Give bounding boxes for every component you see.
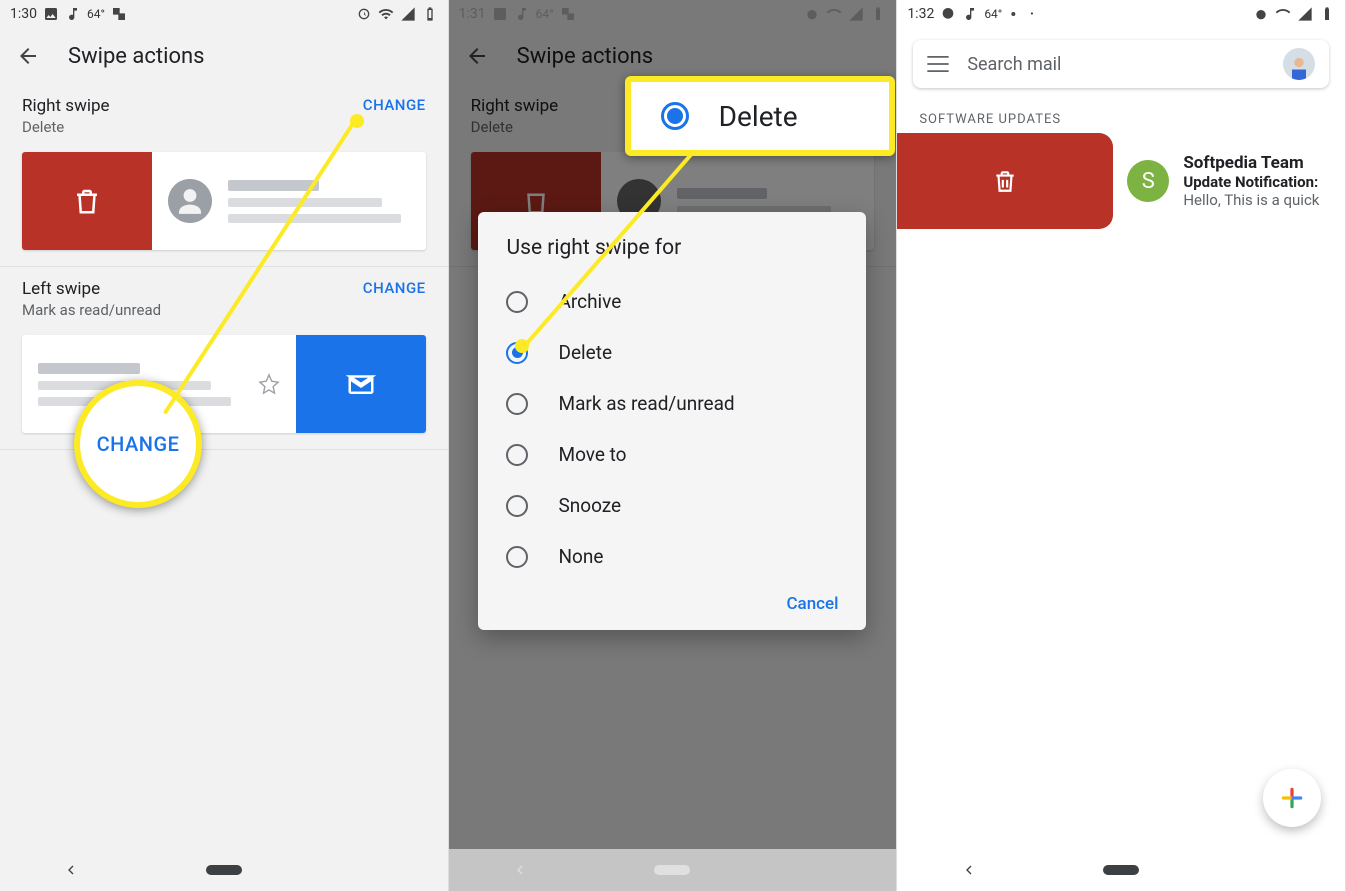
radio-label: Move to	[558, 443, 626, 466]
nav-home-pill[interactable]	[206, 865, 242, 875]
nav-back-icon[interactable]	[63, 862, 79, 878]
envelope-icon	[346, 369, 376, 399]
cancel-button[interactable]: Cancel	[786, 594, 838, 614]
dialog-title: Use right swipe for	[478, 236, 866, 276]
image-icon	[43, 6, 59, 22]
connector-dot	[515, 339, 529, 353]
highlight-change-label: CHANGE	[97, 432, 180, 456]
radio-icon	[506, 495, 528, 517]
compose-fab[interactable]	[1263, 769, 1321, 827]
swipe-delete-reveal	[897, 133, 1113, 229]
status-time: 1:30	[10, 6, 37, 22]
placeholder-line	[228, 180, 319, 191]
placeholder-line	[38, 363, 140, 374]
voice-icon	[1008, 6, 1024, 22]
screen-swipe-dialog: 1:31 64° Swipe actions Right swipe Delet…	[449, 0, 898, 891]
radio-label: Mark as read/unread	[558, 392, 734, 415]
placeholder-line	[228, 214, 401, 223]
radio-option-mark-read[interactable]: Mark as read/unread	[478, 378, 866, 429]
music-icon	[962, 6, 978, 22]
email-preview-content	[152, 152, 426, 250]
nav-back-icon[interactable]	[961, 862, 977, 878]
alarm-icon	[356, 6, 372, 22]
translate-icon	[111, 6, 127, 22]
star-icon	[258, 373, 280, 395]
trash-icon	[72, 186, 102, 216]
signal-icon	[400, 6, 416, 22]
alarm-icon	[1253, 6, 1269, 22]
menu-icon[interactable]	[927, 56, 949, 72]
radio-icon	[506, 291, 528, 313]
radio-icon-selected	[661, 102, 689, 130]
status-bar: 1:30 64°	[0, 0, 448, 28]
email-snippet: Hello, This is a quick	[1183, 191, 1331, 209]
radio-option-archive[interactable]: Archive	[478, 276, 866, 327]
radio-option-snooze[interactable]: Snooze	[478, 480, 866, 531]
search-bar[interactable]: Search mail	[913, 40, 1329, 88]
highlight-change-bubble: CHANGE	[74, 380, 202, 508]
wifi-icon	[1275, 6, 1291, 22]
weather-indicator: 64°	[87, 7, 105, 21]
nav-bar	[897, 849, 1345, 891]
sender-avatar: S	[1127, 160, 1169, 202]
delete-action-preview	[22, 152, 152, 250]
page-title: Swipe actions	[68, 44, 205, 69]
radio-label: Delete	[558, 341, 612, 364]
battery-icon	[422, 6, 438, 22]
trash-icon	[992, 168, 1018, 194]
messenger-icon	[940, 6, 956, 22]
back-arrow-icon[interactable]	[16, 44, 40, 68]
status-bar: 1:32 64° •	[897, 0, 1345, 28]
avatar-icon	[168, 179, 212, 223]
email-sender: Softpedia Team	[1183, 153, 1331, 173]
right-swipe-preview	[22, 152, 426, 250]
app-bar: Swipe actions	[0, 28, 448, 84]
search-bar-container: Search mail	[897, 28, 1345, 102]
signal-icon	[1297, 6, 1313, 22]
right-swipe-value: Delete	[22, 118, 110, 136]
radio-icon	[506, 546, 528, 568]
search-placeholder: Search mail	[967, 54, 1265, 75]
swipe-action-dialog: Use right swipe for Archive Delete Mark …	[478, 212, 866, 630]
nav-bar	[449, 849, 897, 891]
left-swipe-value: Mark as read/unread	[22, 301, 161, 319]
inbox-section-label: SOFTWARE UPDATES	[897, 102, 1345, 133]
left-swipe-section: Left swipe Mark as read/unread CHANGE	[0, 267, 448, 450]
highlight-delete-label: Delete	[719, 100, 798, 133]
weather-indicator: 64°	[984, 7, 1002, 21]
radio-option-move-to[interactable]: Move to	[478, 429, 866, 480]
left-swipe-title: Left swipe	[22, 279, 161, 299]
nav-bar	[0, 849, 448, 891]
nav-back-icon[interactable]	[512, 862, 528, 878]
nav-home-pill[interactable]	[1103, 865, 1139, 875]
nav-home-pill[interactable]	[654, 865, 690, 875]
email-subject: Update Notification:	[1183, 173, 1331, 191]
highlight-delete-rect: Delete	[625, 76, 895, 156]
left-swipe-change-button[interactable]: CHANGE	[363, 279, 426, 297]
right-swipe-title: Right swipe	[22, 96, 110, 116]
right-swipe-change-button[interactable]: CHANGE	[363, 96, 426, 114]
mark-read-action-preview	[296, 335, 426, 433]
email-row-swiping[interactable]: S Softpedia Team Update Notification: He…	[897, 133, 1345, 229]
radio-option-none[interactable]: None	[478, 531, 866, 582]
radio-label: Snooze	[558, 494, 621, 517]
screen-gmail-inbox: 1:32 64° • Search mail SOFTWARE UPDATES	[897, 0, 1346, 891]
music-icon	[65, 6, 81, 22]
wifi-icon	[378, 6, 394, 22]
right-swipe-section: Right swipe Delete CHANGE	[0, 84, 448, 267]
screen-swipe-settings: 1:30 64° Swipe actions Right swipe Delet…	[0, 0, 449, 891]
status-time: 1:32	[907, 6, 934, 22]
profile-avatar[interactable]	[1283, 48, 1315, 80]
radio-label: None	[558, 545, 603, 568]
radio-icon	[506, 444, 528, 466]
plus-icon	[1279, 785, 1305, 811]
radio-icon	[506, 393, 528, 415]
battery-icon	[1319, 6, 1335, 22]
email-content: S Softpedia Team Update Notification: He…	[1113, 133, 1345, 229]
